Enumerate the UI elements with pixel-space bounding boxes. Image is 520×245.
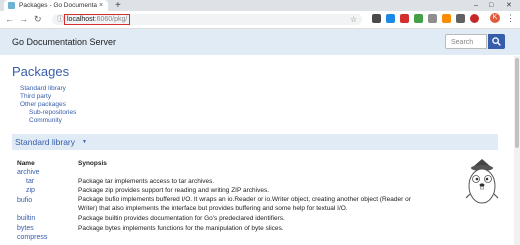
site-header: Go Documentation Server Search (0, 29, 520, 55)
column-header-name: Name (17, 160, 35, 167)
extension-icon[interactable] (428, 14, 437, 23)
bookmark-star-icon[interactable]: ☆ (350, 15, 357, 24)
scrollbar-thumb[interactable] (515, 58, 519, 148)
toc-link-sub-repositories[interactable]: Sub-repositories (29, 109, 76, 116)
toc-link-community[interactable]: Community (29, 117, 62, 124)
toc-link-standard-library[interactable]: Standard library (20, 85, 66, 92)
site-title[interactable]: Go Documentation Server (12, 37, 116, 47)
package-synopsis: Package zip provides support for reading… (78, 187, 270, 194)
extension-icon[interactable] (386, 14, 395, 23)
column-header-synopsis: Synopsis (78, 160, 107, 167)
maximize-icon[interactable]: □ (489, 0, 493, 11)
gopher-mascot-icon (465, 159, 499, 204)
search-button[interactable] (488, 34, 505, 49)
forward-icon[interactable]: → (19, 14, 28, 24)
package-link-bytes[interactable]: bytes (17, 225, 34, 232)
browser-menu-icon[interactable]: ⋮ (506, 12, 515, 24)
page-title: Packages (12, 64, 70, 79)
extension-icon[interactable] (470, 14, 479, 23)
extension-icon[interactable] (442, 14, 451, 23)
package-link-compress[interactable]: compress (17, 234, 47, 241)
triangle-down-icon: ▼ (82, 139, 87, 145)
package-link-zip[interactable]: zip (26, 187, 35, 194)
extension-icon[interactable] (372, 14, 381, 23)
back-icon[interactable]: ← (5, 14, 14, 24)
close-window-icon[interactable]: ✕ (506, 0, 512, 11)
package-synopsis: Package tar implements access to tar arc… (78, 178, 215, 185)
package-link-tar[interactable]: tar (26, 178, 34, 185)
package-link-bufio[interactable]: bufio (17, 197, 32, 204)
gopher-favicon-icon (8, 2, 15, 9)
extension-icon[interactable] (414, 14, 423, 23)
toc-link-other-packages[interactable]: Other packages (20, 101, 66, 108)
info-icon[interactable]: ⓘ (57, 15, 64, 24)
address-bar[interactable]: ⓘ localhost:6060/pkg/ ☆ (52, 14, 362, 25)
tab-strip: Packages - Go Documentation × + – □ ✕ (0, 0, 520, 11)
new-tab-button[interactable]: + (115, 0, 121, 11)
section-toggle-standard-library[interactable]: Standard library ▼ (12, 134, 498, 150)
extension-icon[interactable] (456, 14, 465, 23)
package-synopsis: Package bytes implements functions for t… (78, 225, 284, 232)
search-input[interactable]: Search (445, 34, 487, 49)
package-link-builtin[interactable]: builtin (17, 215, 35, 222)
section-title: Standard library (15, 137, 76, 147)
extension-icon[interactable] (400, 14, 409, 23)
package-synopsis: Package bufio implements buffered I/O. I… (78, 196, 411, 203)
url-text[interactable]: localhost:6060/pkg/ (64, 14, 131, 25)
search-icon (492, 37, 501, 46)
package-link-archive[interactable]: archive (17, 169, 40, 176)
minimize-icon[interactable]: – (474, 0, 478, 11)
close-tab-icon[interactable]: × (99, 2, 103, 9)
package-synopsis: Package builtin provides documentation f… (78, 215, 285, 222)
profile-avatar[interactable]: K (490, 13, 500, 23)
toc-link-third-party[interactable]: Third party (20, 93, 51, 100)
package-synopsis-continued: Writer) that also implements the interfa… (78, 205, 348, 212)
reload-icon[interactable]: ↻ (34, 14, 42, 24)
tab-title: Packages - Go Documentation (19, 2, 97, 9)
browser-tab[interactable]: Packages - Go Documentation × (4, 0, 108, 11)
